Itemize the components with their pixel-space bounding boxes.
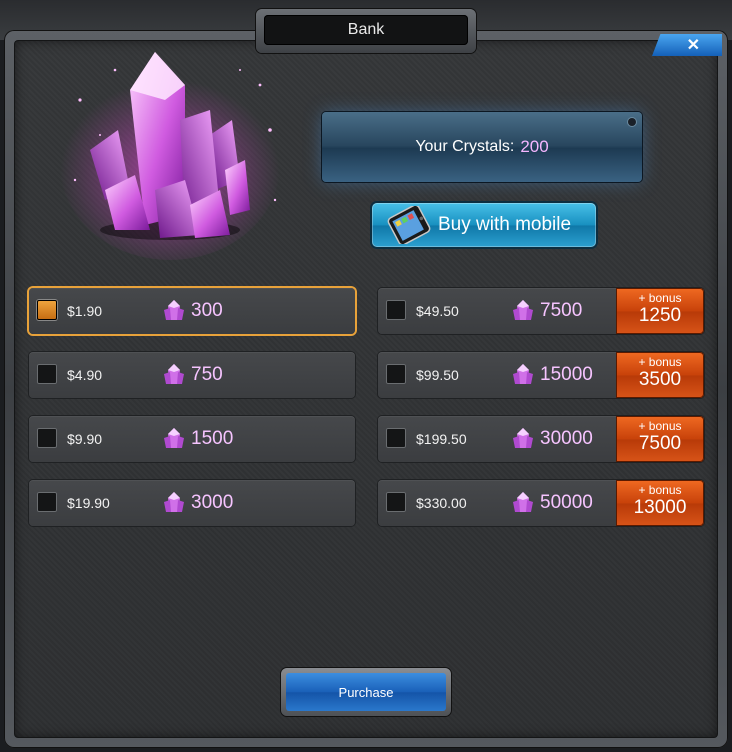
bonus-value: 3500 xyxy=(638,369,682,390)
bonus-label: + bonus xyxy=(638,291,682,305)
package-amount: 1500 xyxy=(191,428,234,449)
package-checkbox[interactable] xyxy=(386,492,406,512)
package-row[interactable]: $4.90 750 xyxy=(29,352,355,398)
buy-with-mobile-label: Buy with mobile xyxy=(438,214,572,235)
indicator-dot xyxy=(628,118,636,126)
package-checkbox[interactable] xyxy=(37,492,57,512)
bonus-badge: + bonus 7500 xyxy=(616,416,704,462)
bonus-label: + bonus xyxy=(638,355,682,369)
package-price: $1.90 xyxy=(67,303,103,319)
package-amount: 30000 xyxy=(540,428,593,449)
crystal-icon xyxy=(513,364,533,384)
package-checkbox[interactable] xyxy=(386,300,406,320)
package-row[interactable]: $199.50 30000 + bonus 7500 xyxy=(378,416,704,462)
close-icon: ✕ xyxy=(686,37,700,54)
package-checkbox[interactable] xyxy=(37,364,57,384)
crystal-balance-display: Your Crystals: 200 xyxy=(322,112,642,182)
package-checkbox[interactable] xyxy=(386,364,406,384)
window-title: Bank xyxy=(264,15,468,45)
package-checkbox[interactable] xyxy=(37,300,57,320)
package-row[interactable]: $9.90 1500 xyxy=(29,416,355,462)
crystal-icon xyxy=(164,364,184,384)
package-price: $49.50 xyxy=(416,303,459,319)
package-row[interactable]: $19.90 3000 xyxy=(29,480,355,526)
close-button[interactable]: ✕ xyxy=(652,34,722,56)
package-price: $99.50 xyxy=(416,367,459,383)
package-price: $199.50 xyxy=(416,431,467,447)
crystal-icon xyxy=(513,428,533,448)
bonus-label: + bonus xyxy=(638,483,682,497)
crystal-icon xyxy=(513,492,533,512)
buy-with-mobile-button[interactable]: Buy with mobile xyxy=(372,203,596,247)
crystal-cluster-illustration xyxy=(60,52,280,260)
package-amount: 300 xyxy=(191,300,223,321)
bonus-badge: + bonus 3500 xyxy=(616,352,704,398)
package-amount: 15000 xyxy=(540,364,593,385)
package-checkbox[interactable] xyxy=(37,428,57,448)
crystal-icon xyxy=(513,300,533,320)
package-row[interactable]: $330.00 50000 + bonus 13000 xyxy=(378,480,704,526)
package-price: $4.90 xyxy=(67,367,103,383)
bonus-value: 13000 xyxy=(633,497,687,518)
crystal-icon xyxy=(164,428,184,448)
package-checkbox[interactable] xyxy=(386,428,406,448)
package-price: $9.90 xyxy=(67,431,103,447)
package-price: $19.90 xyxy=(67,495,110,511)
balance-label: Your Crystals: xyxy=(415,138,515,155)
balance-value: 200 xyxy=(520,137,549,156)
purchase-label: Purchase xyxy=(286,673,446,711)
crystal-icon xyxy=(164,492,184,512)
bonus-badge: + bonus 1250 xyxy=(616,288,704,334)
package-amount: 750 xyxy=(191,364,223,385)
bonus-value: 1250 xyxy=(638,305,682,326)
package-amount: 3000 xyxy=(191,492,234,513)
bonus-label: + bonus xyxy=(638,419,682,433)
package-row[interactable]: $99.50 15000 + bonus 3500 xyxy=(378,352,704,398)
crystal-icon xyxy=(164,300,184,320)
package-price: $330.00 xyxy=(416,495,467,511)
bonus-value: 7500 xyxy=(638,433,682,454)
package-amount: 50000 xyxy=(540,492,593,513)
phone-icon xyxy=(387,206,431,244)
package-amount: 7500 xyxy=(540,300,583,321)
purchase-button[interactable]: Purchase xyxy=(281,668,451,716)
package-row[interactable]: $49.50 7500 + bonus 1250 xyxy=(378,288,704,334)
package-row[interactable]: $1.90 300 xyxy=(29,288,355,334)
bonus-badge: + bonus 13000 xyxy=(616,480,704,526)
